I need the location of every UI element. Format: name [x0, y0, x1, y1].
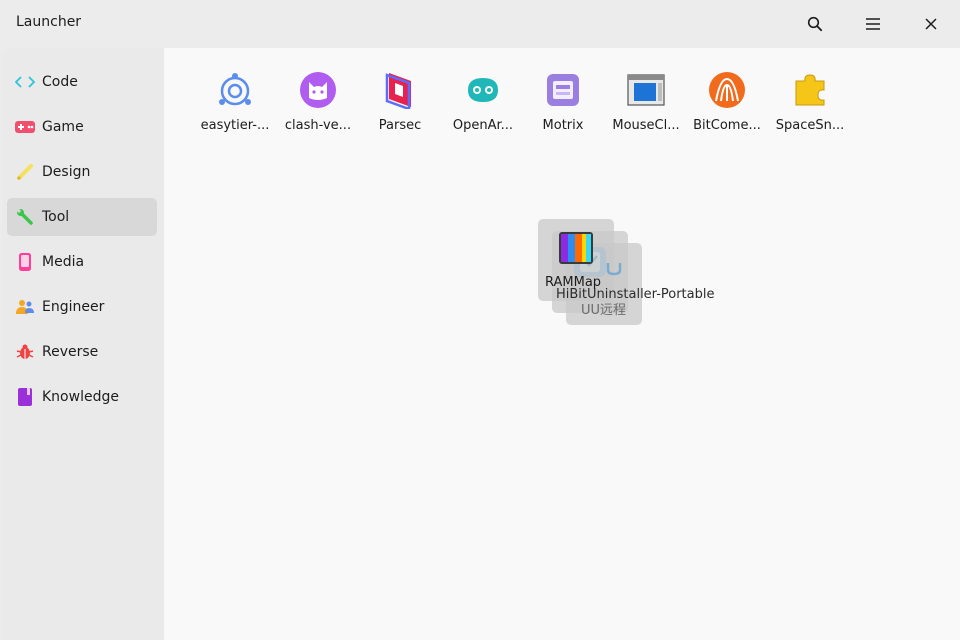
app-label: OpenAr... [452, 118, 514, 133]
sidebar-item-label: Reverse [42, 344, 99, 360]
dragged-label-uu-remote: UU远程 [581, 303, 627, 318]
sidebar-item-label: Engineer [42, 299, 105, 315]
dragged-label-hibit: HiBitUninstaller-Portable [556, 287, 715, 302]
sidebar-item-game[interactable]: Game [7, 108, 157, 146]
sidebar-item-label: Code [42, 74, 78, 90]
people-icon [15, 298, 35, 316]
hamburger-menu-icon [866, 18, 880, 30]
app-tile[interactable]: BitCome... [686, 70, 766, 140]
sidebar-item-label: Game [42, 119, 84, 135]
openark-icon [464, 70, 502, 110]
app-label: Motrix [542, 118, 584, 133]
launcher-window: Launcher Code Game Design Tool Media Eng… [0, 0, 960, 640]
app-tile[interactable]: Parsec [359, 70, 439, 140]
app-tile[interactable]: OpenAr... [442, 70, 522, 140]
app-label: BitCome... [693, 118, 761, 133]
app-label: easytier-... [200, 118, 270, 133]
sidebar-item-label: Knowledge [42, 389, 119, 405]
parsec-icon [381, 70, 419, 110]
app-label: clash-ve... [284, 118, 352, 133]
window-title: Launcher [16, 14, 82, 30]
app-label: MouseCl... [612, 118, 680, 133]
sidebar-item-label: Tool [42, 209, 70, 225]
sidebar-item-tool[interactable]: Tool [7, 198, 157, 236]
search-icon [807, 16, 823, 32]
close-button[interactable] [902, 0, 960, 48]
sidebar-item-design[interactable]: Design [7, 153, 157, 191]
bitcomet-icon [708, 70, 746, 110]
title-bar: Launcher [0, 0, 960, 48]
sidebar-item-code[interactable]: Code [7, 63, 157, 101]
bug-icon [15, 343, 35, 361]
sidebar-item-knowledge[interactable]: Knowledge [7, 378, 157, 416]
app-tile[interactable]: MouseCl... [605, 70, 685, 140]
wrench-icon [15, 208, 35, 226]
app-tile[interactable]: SpaceSn... [769, 70, 849, 140]
clash-verge-icon [299, 70, 337, 110]
easytier-icon [216, 70, 254, 110]
app-tile[interactable]: easytier-... [194, 70, 274, 140]
spacesniffer-icon [791, 70, 829, 110]
sidebar-item-label: Media [42, 254, 85, 270]
uu-remote-icon [604, 257, 624, 281]
app-label: SpaceSn... [775, 118, 845, 133]
code-icon [15, 73, 35, 91]
app-label: Parsec [378, 118, 422, 133]
gamepad-icon [15, 118, 35, 136]
sidebar-item-engineer[interactable]: Engineer [7, 288, 157, 326]
motrix-icon [544, 70, 582, 110]
sidebar-item-label: Design [42, 164, 91, 180]
sidebar-item-media[interactable]: Media [7, 243, 157, 281]
search-button[interactable] [786, 0, 844, 48]
app-tile[interactable]: Motrix [522, 70, 602, 140]
app-grid: easytier-... clash-ve... Parsec OpenAr..… [164, 48, 960, 640]
sidebar-item-reverse[interactable]: Reverse [7, 333, 157, 371]
pen-icon [15, 163, 35, 181]
close-icon [925, 18, 937, 30]
rammap-icon [558, 231, 594, 269]
mouse-click-icon [627, 70, 665, 110]
sidebar: Code Game Design Tool Media Engineer Rev… [2, 48, 164, 640]
book-icon [15, 388, 35, 406]
phone-icon [15, 253, 35, 271]
app-tile[interactable]: clash-ve... [277, 70, 357, 140]
menu-button[interactable] [844, 0, 902, 48]
